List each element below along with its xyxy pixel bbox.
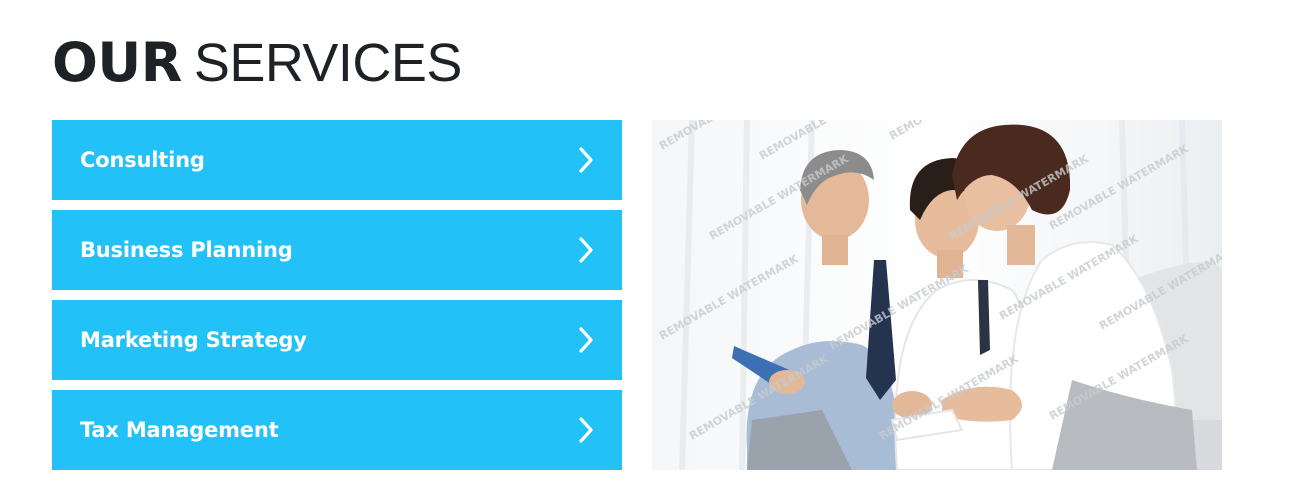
business-meeting-photo: REMOVABLE WATERMARK REMOVABLE WATERMARK …: [652, 120, 1222, 470]
service-item-tax-management[interactable]: Tax Management: [52, 390, 622, 470]
page-title-bold: OUR: [52, 31, 182, 94]
service-item-business-planning[interactable]: Business Planning: [52, 210, 622, 290]
service-label: Tax Management: [80, 418, 279, 442]
service-label: Consulting: [80, 148, 205, 172]
service-item-marketing-strategy[interactable]: Marketing Strategy: [52, 300, 622, 380]
chevron-right-icon: [579, 417, 593, 443]
chevron-right-icon: [579, 147, 593, 173]
services-list: Consulting Business Planning Marketing S…: [52, 120, 622, 480]
service-label: Business Planning: [80, 238, 293, 262]
page-title-light: SERVICES: [193, 33, 463, 93]
chevron-right-icon: [579, 237, 593, 263]
photo-illustration: REMOVABLE WATERMARK REMOVABLE WATERMARK …: [652, 120, 1222, 470]
service-label: Marketing Strategy: [80, 328, 307, 352]
service-item-consulting[interactable]: Consulting: [52, 120, 622, 200]
chevron-right-icon: [579, 327, 593, 353]
page-title: OUR SERVICES: [52, 30, 462, 96]
